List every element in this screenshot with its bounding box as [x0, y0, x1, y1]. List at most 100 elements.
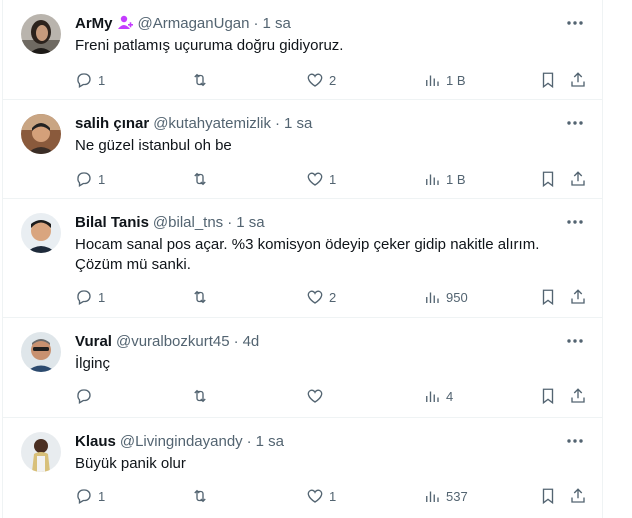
reply-button[interactable]: 1: [75, 484, 105, 508]
timestamp[interactable]: 4d: [243, 333, 260, 350]
views-button[interactable]: 1 B: [423, 68, 466, 92]
display-name[interactable]: salih çınar: [75, 115, 149, 132]
share-button[interactable]: [569, 484, 587, 508]
views-chart-icon: [426, 491, 439, 502]
avatar[interactable]: [21, 432, 61, 472]
bookmark-button[interactable]: [539, 68, 557, 92]
views-chart-icon: [426, 292, 439, 303]
reply-button[interactable]: 1: [75, 68, 105, 92]
reply-count: 1: [98, 72, 106, 88]
bookmark-icon: [542, 388, 554, 405]
share-icon: [571, 488, 585, 503]
view-count: 537: [446, 488, 468, 504]
tweet-text-line: Ne güzel istanbul oh be: [75, 137, 232, 154]
bookmark-icon: [542, 72, 554, 89]
timestamp[interactable]: 1 sa: [256, 433, 284, 450]
more-options-icon[interactable]: [564, 211, 586, 233]
share-button[interactable]: [569, 167, 587, 191]
reply-icon: [77, 489, 91, 504]
action-bar: 1 2 950: [75, 285, 586, 309]
view-count: 1 B: [446, 72, 466, 88]
view-count: 950: [446, 289, 468, 305]
like-button[interactable]: [306, 384, 329, 408]
user-handle[interactable]: @bilal_tns: [153, 214, 223, 231]
display-name[interactable]: Vural: [75, 333, 112, 350]
user-handle[interactable]: @kutahyatemizlik: [153, 115, 271, 132]
action-bar: 1 1 537: [75, 484, 586, 508]
timestamp[interactable]: 1 sa: [284, 115, 312, 132]
reply-count: 1: [98, 289, 106, 305]
tweet-header: Vural @vuralbozkurt45 · 4d: [75, 330, 586, 352]
retweet-button[interactable]: [191, 68, 214, 92]
tweet[interactable]: Klaus @Livingindayandy · 1 sa Büyük pani…: [3, 418, 602, 518]
tweet-text: İlginç: [75, 354, 586, 374]
avatar[interactable]: [21, 114, 61, 154]
tweet[interactable]: Vural @vuralbozkurt45 · 4d İlginç 4: [3, 318, 602, 418]
tweet-text: Freni patlamış uçuruma doğru gidiyoruz.: [75, 36, 586, 56]
tweet-text-line: Büyük panik olur: [75, 455, 186, 472]
bookmark-button[interactable]: [539, 167, 557, 191]
view-count: 1 B: [446, 171, 466, 187]
tweet-header: salih çınar @kutahyatemizlik · 1 sa: [75, 112, 586, 134]
retweet-button[interactable]: [191, 384, 214, 408]
avatar[interactable]: [21, 14, 61, 54]
user-handle[interactable]: @ArmaganUgan: [138, 15, 250, 32]
action-bar: 4: [75, 384, 586, 408]
more-options-icon[interactable]: [564, 12, 586, 34]
share-icon: [571, 388, 585, 403]
reply-button[interactable]: [75, 384, 98, 408]
more-options-icon[interactable]: [564, 430, 586, 452]
person-badge-icon: [116, 14, 134, 32]
tweet[interactable]: ArMy @ArmaganUgan · 1 sa Freni patlamış: [3, 0, 602, 100]
separator-dot: ·: [227, 213, 233, 231]
share-button[interactable]: [569, 384, 587, 408]
bookmark-button[interactable]: [539, 285, 557, 309]
reply-icon: [77, 389, 91, 404]
bookmark-button[interactable]: [539, 384, 557, 408]
like-button[interactable]: 2: [306, 68, 336, 92]
like-button[interactable]: 1: [306, 484, 336, 508]
retweet-icon: [194, 389, 206, 403]
views-button[interactable]: 537: [423, 484, 468, 508]
retweet-button[interactable]: [191, 484, 214, 508]
user-handle[interactable]: @Livingindayandy: [120, 433, 243, 450]
retweet-button[interactable]: [191, 285, 214, 309]
avatar[interactable]: [21, 213, 61, 253]
tweet[interactable]: Bilal Tanis @bilal_tns · 1 sa Hocam sana…: [3, 199, 602, 318]
tweet-text-line: Çözüm mü sanki.: [75, 256, 191, 273]
heart-icon: [307, 73, 323, 87]
tweet-header: Klaus @Livingindayandy · 1 sa: [75, 430, 586, 452]
user-handle[interactable]: @vuralbozkurt45: [116, 333, 230, 350]
display-name[interactable]: ArMy: [75, 15, 113, 32]
reply-button[interactable]: 1: [75, 285, 105, 309]
share-button[interactable]: [569, 68, 587, 92]
views-button[interactable]: 1 B: [423, 167, 466, 191]
like-count: 1: [329, 488, 337, 504]
like-button[interactable]: 1: [306, 167, 336, 191]
like-button[interactable]: 2: [306, 285, 336, 309]
retweet-button[interactable]: [191, 167, 214, 191]
more-options-icon[interactable]: [564, 330, 586, 352]
share-button[interactable]: [569, 285, 587, 309]
timestamp[interactable]: 1 sa: [262, 15, 290, 32]
share-icon: [571, 72, 585, 87]
tweet-header: ArMy @ArmaganUgan · 1 sa: [75, 12, 586, 34]
share-icon: [571, 289, 585, 304]
tweet-text: Hocam sanal pos açar. %3 komisyon ödeyip…: [75, 235, 586, 275]
heart-icon: [307, 172, 323, 186]
more-options-icon[interactable]: [564, 112, 586, 134]
bookmark-button[interactable]: [539, 484, 557, 508]
avatar[interactable]: [21, 332, 61, 372]
timestamp[interactable]: 1 sa: [236, 214, 264, 231]
reply-button[interactable]: 1: [75, 167, 105, 191]
tweet[interactable]: salih çınar @kutahyatemizlik · 1 sa Ne g…: [3, 100, 602, 199]
views-button[interactable]: 950: [423, 285, 468, 309]
display-name[interactable]: Bilal Tanis: [75, 214, 149, 231]
tweet-text-line: Hocam sanal pos açar. %3 komisyon ödeyip…: [75, 236, 540, 253]
view-count: 4: [446, 388, 454, 404]
like-count: 1: [329, 171, 337, 187]
views-button[interactable]: 4: [423, 384, 453, 408]
heart-icon: [307, 290, 323, 304]
display-name[interactable]: Klaus: [75, 433, 116, 450]
bookmark-icon: [542, 488, 554, 505]
